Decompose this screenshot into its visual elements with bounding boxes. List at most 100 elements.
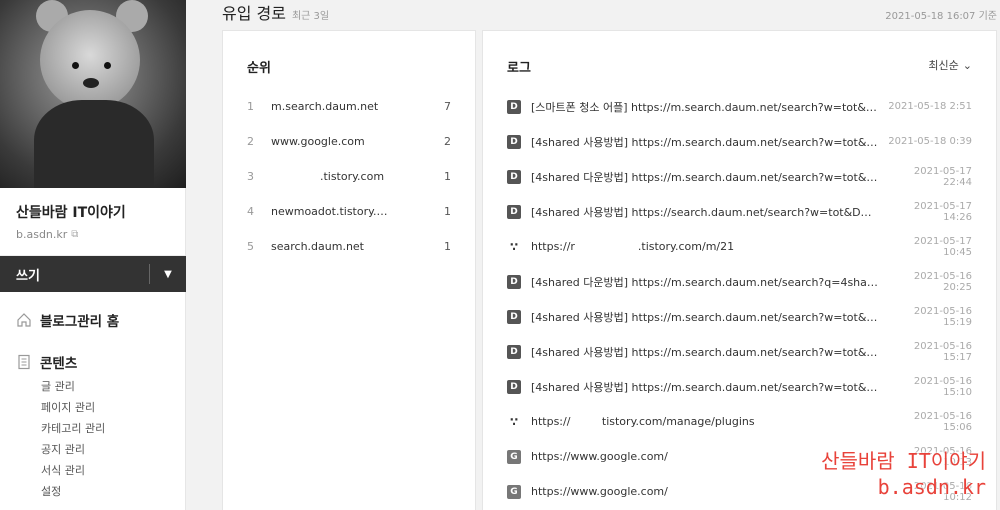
rank-number: 4 (247, 205, 254, 218)
log-link[interactable]: [4shared 사용방법] https://m.search.daum.net… (531, 309, 888, 325)
blog-profile-image[interactable] (0, 0, 186, 188)
sidebar-subitem-templates[interactable]: 서식 관리 (0, 460, 186, 481)
highlighted-path: m/21 (705, 240, 735, 253)
log-link[interactable]: [4shared 사용방법] https://m.search.daum.net… (531, 134, 888, 150)
bear-body (34, 100, 154, 188)
rank-row[interactable]: 5 search.daum.net 1 (247, 229, 451, 264)
log-link[interactable]: https://r .tistory.com/m/21 (531, 240, 888, 253)
home-icon (17, 313, 31, 327)
bear-eye-right (104, 62, 111, 69)
rank-row[interactable]: 3 .tistory.com 1 (247, 159, 451, 194)
log-time: 2021-05-16 20:25 (913, 270, 972, 293)
rank-panel: 순위 1 m.search.daum.net 7 2 www.google.co… (222, 30, 476, 510)
daum-icon: D (507, 309, 521, 324)
log-row[interactable]: D [4shared 사용방법] https://m.search.daum.n… (507, 369, 972, 404)
rank-host[interactable]: search.daum.net (271, 240, 431, 253)
daum-icon: D (507, 99, 521, 114)
log-row[interactable]: D [4shared 사용방법] https://search.daum.net… (507, 194, 972, 229)
log-row[interactable]: ∵ https:// tistory.com/manage/plugins 20… (507, 404, 972, 439)
log-time: 2021-05-17 22:44 (913, 165, 972, 188)
bear-eye-left (72, 62, 79, 69)
sidebar-subitem-pages[interactable]: 페이지 관리 (0, 397, 186, 418)
log-link[interactable]: [4shared 사용방법] https://m.search.daum.net… (531, 344, 888, 360)
log-link[interactable]: [4shared 다운방법] https://m.search.daum.net… (531, 274, 888, 290)
chevron-down-icon: ⌄ (962, 58, 972, 72)
rank-row[interactable]: 4 newmoadot.tistory.… 1 (247, 194, 451, 229)
rank-count: 1 (444, 240, 451, 253)
log-time: 2021-05-17 10:45 (913, 235, 972, 258)
rank-row[interactable]: 2 www.google.com 2 (247, 124, 451, 159)
log-time: 2021-05-16 15:06 (913, 410, 972, 433)
log-time: 2021-05-18 0:39 (888, 136, 972, 147)
daum-icon: D (507, 379, 521, 394)
log-time: 2021-05-16 15:17 (913, 340, 972, 363)
log-row[interactable]: D [4shared 사용방법] https://m.search.daum.n… (507, 124, 972, 159)
bear-head (40, 10, 140, 110)
log-link[interactable]: https:// tistory.com/manage/plugins (531, 415, 888, 428)
log-panel: 로그 최신순 ⌄ D [스마트폰 청소 어플] https://m.search… (482, 30, 997, 510)
reference-timestamp: 2021-05-18 16:07 기준 (885, 11, 997, 22)
log-time: 2021-05-18 2:51 (888, 101, 972, 112)
watermark: 산들바람 IT이야기 b.asdn.kr (821, 448, 986, 500)
log-link[interactable]: [4shared 다운방법] https://m.search.daum.net… (531, 169, 888, 185)
google-icon: G (507, 449, 521, 464)
log-list: D [스마트폰 청소 어플] https://m.search.daum.net… (507, 89, 972, 509)
external-link-icon[interactable]: ⧉ (71, 229, 78, 240)
sort-dropdown[interactable]: 최신순 ⌄ (928, 57, 972, 73)
blog-title[interactable]: 산들바람 IT이야기 (16, 202, 169, 222)
watermark-line1: 산들바람 IT이야기 (821, 449, 986, 473)
daum-icon: D (507, 204, 521, 219)
sidebar-item-contents[interactable]: 콘텐츠 (0, 348, 186, 376)
document-icon (18, 354, 30, 370)
sidebar-menu: 블로그관리 홈 콘텐츠 글 관리 페이지 관리 카테고리 관리 공지 관리 서식… (0, 306, 186, 502)
sidebar-subitem-posts[interactable]: 글 관리 (0, 376, 186, 397)
blog-url-text[interactable]: b.asdn.kr (16, 228, 67, 241)
rank-number: 3 (247, 170, 254, 183)
log-time: 2021-05-17 14:26 (913, 200, 972, 223)
sidebar-subitem-notices[interactable]: 공지 관리 (0, 439, 186, 460)
page-header: 유입 경로 최근 3일 2021-05-18 16:07 기준 (222, 0, 997, 24)
rank-number: 1 (247, 100, 254, 113)
tistory-icon: ∵ (509, 239, 519, 254)
write-bar: 쓰기 ▼ (0, 256, 186, 292)
sort-label: 최신순 (928, 59, 959, 72)
log-row[interactable]: D [4shared 사용방법] https://m.search.daum.n… (507, 299, 972, 334)
daum-icon: D (507, 344, 521, 359)
rank-host[interactable]: .tistory.com (271, 170, 431, 183)
log-link[interactable]: [4shared 사용방법] https://m.search.daum.net… (531, 379, 888, 395)
rank-count: 1 (444, 170, 451, 183)
sidebar-subitem-categories[interactable]: 카테고리 관리 (0, 418, 186, 439)
rank-panel-title: 순위 (247, 61, 271, 76)
log-time: 2021-05-16 15:10 (913, 375, 972, 398)
log-link[interactable]: [스마트폰 청소 어플] https://m.search.daum.net/s… (531, 99, 888, 115)
rank-count: 1 (444, 205, 451, 218)
rank-count: 7 (444, 100, 451, 113)
log-time: 2021-05-16 15:19 (913, 305, 972, 328)
sidebar-item-contents-label: 콘텐츠 (40, 356, 78, 372)
rank-host[interactable]: www.google.com (271, 135, 431, 148)
blog-info: 산들바람 IT이야기 b.asdn.kr ⧉ (0, 188, 185, 256)
sidebar-item-home[interactable]: 블로그관리 홈 (0, 306, 186, 334)
log-panel-title: 로그 (507, 61, 531, 76)
sidebar-subitem-settings[interactable]: 설정 (0, 481, 186, 502)
log-link[interactable]: [4shared 사용방법] https://search.daum.net/s… (531, 204, 888, 220)
rank-row[interactable]: 1 m.search.daum.net 7 (247, 89, 451, 124)
blog-url[interactable]: b.asdn.kr ⧉ (16, 228, 169, 241)
rank-host[interactable]: newmoadot.tistory.… (271, 205, 431, 218)
watermark-line2: b.asdn.kr (877, 475, 986, 499)
log-row[interactable]: D [4shared 다운방법] https://m.search.daum.n… (507, 264, 972, 299)
write-button[interactable]: 쓰기 (0, 265, 149, 284)
log-row[interactable]: D [스마트폰 청소 어플] https://m.search.daum.net… (507, 89, 972, 124)
log-row[interactable]: D [4shared 사용방법] https://m.search.daum.n… (507, 334, 972, 369)
google-icon: G (507, 484, 521, 499)
tistory-icon: ∵ (509, 414, 519, 429)
chevron-down-icon[interactable]: ▼ (150, 269, 186, 280)
log-row[interactable]: D [4shared 다운방법] https://m.search.daum.n… (507, 159, 972, 194)
page-subtitle: 최근 3일 (291, 11, 330, 22)
daum-icon: D (507, 134, 521, 149)
rank-host[interactable]: m.search.daum.net (271, 100, 431, 113)
rank-list: 1 m.search.daum.net 7 2 www.google.com 2… (247, 89, 451, 264)
sidebar: 산들바람 IT이야기 b.asdn.kr ⧉ 쓰기 ▼ 블로그관리 홈 콘텐츠 … (0, 0, 186, 510)
log-row[interactable]: ∵ https://r .tistory.com/m/21 2021-05-17… (507, 229, 972, 264)
daum-icon: D (507, 169, 521, 184)
